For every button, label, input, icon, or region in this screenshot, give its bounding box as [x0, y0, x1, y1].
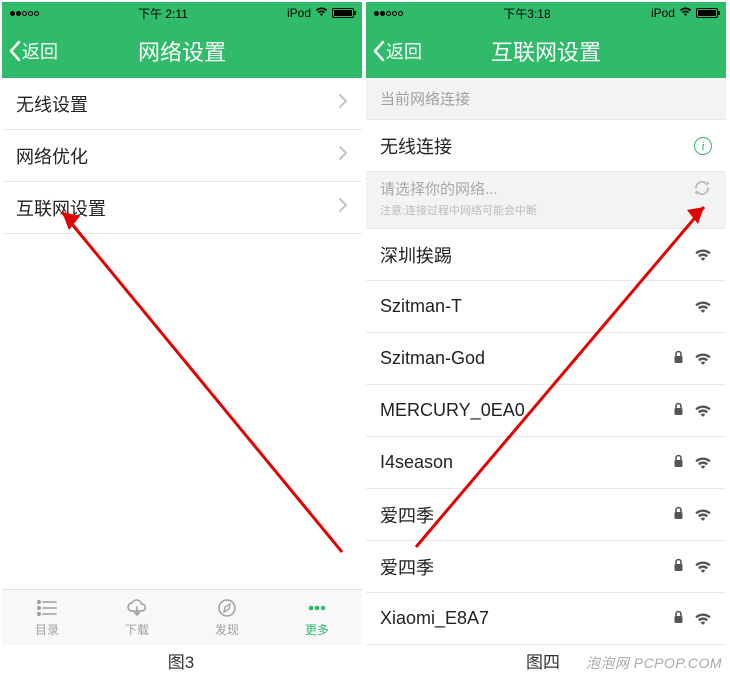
wifi-icon [694, 352, 712, 366]
picker-title: 请选择你的网络... [380, 178, 537, 199]
lock-icon [673, 558, 684, 575]
chevron-right-icon [338, 93, 348, 114]
tab-label: 更多 [305, 621, 329, 638]
wireless-connection-row[interactable]: 无线连接 i [366, 120, 726, 172]
network-name: 爱四季 [380, 554, 434, 580]
chevron-right-icon [338, 145, 348, 166]
back-button[interactable]: 返回 [366, 38, 422, 64]
lock-icon [673, 506, 684, 523]
network-name: Szitman-God [380, 348, 485, 369]
tab-label: 下载 [125, 621, 149, 638]
internet-settings-row[interactable]: 互联网设置 [2, 182, 362, 234]
network-list: 当前网络连接 无线连接 i 请选择你的网络... 注意:连接过程中网络可能会中断… [366, 78, 726, 645]
wifi-icon [694, 300, 712, 314]
lock-icon [673, 350, 684, 367]
network-name: MERCURY_0EA0 [380, 400, 525, 421]
wifi-network-row[interactable]: 深圳挨踢 [366, 229, 726, 281]
network-optimize-row[interactable]: 网络优化 [2, 130, 362, 182]
wifi-icon [694, 456, 712, 470]
tab-bar: 目录 下载 发现 更多 [2, 589, 362, 645]
wifi-network-row[interactable]: I4season [366, 437, 726, 489]
chevron-left-icon [372, 40, 386, 62]
row-label: 互联网设置 [16, 195, 106, 221]
wifi-network-row[interactable]: Xiaomi_E8A7 [366, 593, 726, 645]
row-label: 无线连接 [380, 133, 452, 159]
status-bar: 下午 2:11 iPod [2, 2, 362, 24]
wifi-icon [694, 248, 712, 262]
signal-dots-icon [10, 11, 39, 16]
tab-label: 发现 [215, 621, 239, 638]
tab-discover[interactable]: 发现 [182, 590, 272, 645]
device-label: iPod [287, 6, 311, 20]
row-label: 无线设置 [16, 91, 88, 117]
screens-container: 下午 2:11 iPod 返回 网络设置 无线设置 [0, 0, 730, 685]
back-button[interactable]: 返回 [2, 38, 58, 64]
lock-icon [673, 402, 684, 419]
tab-label: 目录 [35, 621, 59, 638]
tab-catalog[interactable]: 目录 [2, 590, 92, 645]
screen-right: 下午3:18 iPod 返回 互联网设置 当前网络连接 无线连接 i [366, 2, 726, 645]
info-icon[interactable]: i [694, 137, 712, 155]
current-connection-header: 当前网络连接 [366, 78, 726, 120]
row-label: 网络优化 [16, 143, 88, 169]
lock-icon [673, 610, 684, 627]
nav-bar: 返回 网络设置 [2, 24, 362, 78]
wifi-status-icon [679, 6, 692, 20]
status-time: 下午3:18 [503, 5, 550, 22]
battery-icon [696, 8, 718, 18]
cloud-download-icon [125, 598, 149, 618]
device-label: iPod [651, 6, 675, 20]
chevron-right-icon [338, 197, 348, 218]
wifi-icon [694, 560, 712, 574]
network-name: Szitman-T [380, 296, 462, 317]
network-name: Xiaomi_E8A7 [380, 608, 489, 629]
nav-bar: 返回 互联网设置 [366, 24, 726, 78]
settings-list: 无线设置 网络优化 互联网设置 [2, 78, 362, 589]
signal-dots-icon [374, 11, 403, 16]
network-name: 爱四季 [380, 502, 434, 528]
network-picker-header: 请选择你的网络... 注意:连接过程中网络可能会中断 [366, 172, 726, 229]
list-icon [35, 598, 59, 618]
back-label: 返回 [22, 38, 58, 64]
wifi-network-row[interactable]: Szitman-T [366, 281, 726, 333]
wifi-network-row[interactable]: MERCURY_0EA0 [366, 385, 726, 437]
network-name: 深圳挨踢 [380, 242, 452, 268]
tab-more[interactable]: 更多 [272, 590, 362, 645]
wifi-network-row[interactable]: 爱四季 [366, 541, 726, 593]
wifi-network-row[interactable]: Szitman-God [366, 333, 726, 385]
refresh-icon[interactable] [692, 178, 712, 203]
compass-icon [215, 598, 239, 618]
status-time: 下午 2:11 [138, 5, 188, 22]
wifi-icon [694, 404, 712, 418]
battery-icon [332, 8, 354, 18]
caption-right: 图四 [362, 648, 724, 673]
chevron-left-icon [8, 40, 22, 62]
more-dots-icon [305, 598, 329, 618]
network-name: I4season [380, 452, 453, 473]
picker-note: 注意:连接过程中网络可能会中断 [380, 202, 537, 218]
lock-icon [673, 454, 684, 471]
wireless-settings-row[interactable]: 无线设置 [2, 78, 362, 130]
tab-download[interactable]: 下载 [92, 590, 182, 645]
captions: 图3 图四 [0, 648, 730, 673]
wifi-status-icon [315, 6, 328, 20]
screen-left: 下午 2:11 iPod 返回 网络设置 无线设置 [2, 2, 362, 645]
status-bar: 下午3:18 iPod [366, 2, 726, 24]
caption-left: 图3 [0, 648, 362, 673]
wifi-icon [694, 508, 712, 522]
back-label: 返回 [386, 38, 422, 64]
wifi-network-row[interactable]: 爱四季 [366, 489, 726, 541]
wifi-icon [694, 612, 712, 626]
